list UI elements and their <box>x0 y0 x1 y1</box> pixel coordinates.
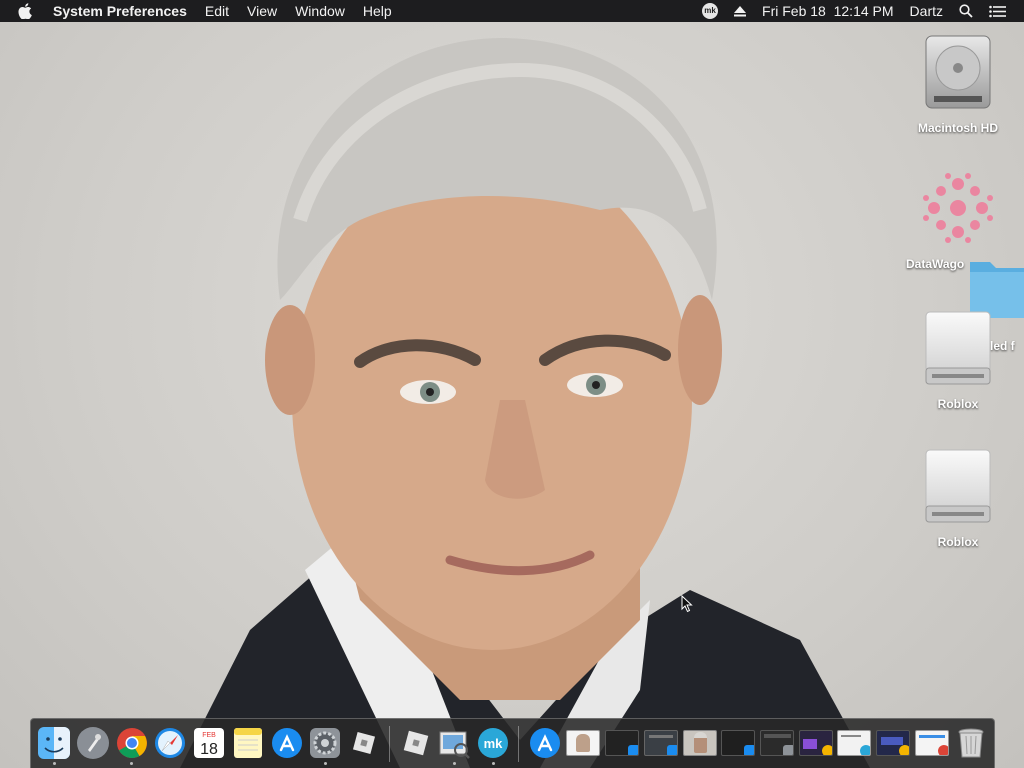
svg-text:FEB: FEB <box>202 732 216 739</box>
preview-icon <box>439 731 471 759</box>
dock-app-store[interactable] <box>268 721 306 767</box>
dock-minimized-window-3[interactable] <box>719 721 757 767</box>
dock-minimized-chrome-2[interactable] <box>913 721 951 767</box>
roblox-studio-icon <box>403 730 428 755</box>
dock: FEB 18 mk <box>30 718 995 768</box>
desktop-wallpaper <box>0 0 1024 768</box>
window-minimized-icon <box>721 729 756 756</box>
dock-system-preferences[interactable] <box>306 721 344 767</box>
svg-text:18: 18 <box>200 741 218 758</box>
menu-help[interactable]: Help <box>354 0 401 22</box>
dock-roblox[interactable] <box>345 721 383 767</box>
dock-minimized-app-store[interactable] <box>526 721 564 767</box>
notes-icon <box>233 727 262 758</box>
dock-minimized-window-6[interactable] <box>874 721 912 767</box>
desktop-icon-roblox-2[interactable]: Roblox <box>903 448 1013 549</box>
window-minimized-icon <box>643 729 678 756</box>
desktop-icon-label: Roblox <box>937 397 979 411</box>
dock-chrome[interactable] <box>113 721 151 767</box>
safari-icon <box>155 727 186 758</box>
dock-minimized-window-4[interactable] <box>758 721 796 767</box>
roblox-icon <box>352 731 375 754</box>
mouse-cursor-icon <box>681 594 693 618</box>
dock-roblox-studio[interactable] <box>397 721 435 767</box>
dock-separator <box>518 725 520 762</box>
menu-bar: System Preferences Edit View Window Help… <box>0 0 1024 22</box>
dock-minimized-portrait-doc[interactable] <box>565 721 603 767</box>
clock-datetime[interactable]: Fri Feb 18 12:14 PM <box>754 0 902 22</box>
notification-center-icon[interactable] <box>981 0 1014 22</box>
desktop-icon-roblox-1[interactable]: Roblox <box>903 310 1013 411</box>
dock-trash[interactable] <box>952 721 990 767</box>
dock-notes[interactable] <box>229 721 267 767</box>
chrome-window-minimized-icon <box>798 729 833 756</box>
dock-minimized-portrait-window[interactable] <box>681 721 719 767</box>
trash-icon <box>958 728 984 757</box>
dock-separator <box>389 725 391 762</box>
portrait-window-minimized-icon <box>682 729 717 756</box>
window-minimized-icon <box>876 729 911 756</box>
app-store-icon <box>271 727 302 758</box>
svg-text:mk: mk <box>484 736 504 751</box>
dock-finder[interactable] <box>36 721 74 767</box>
finder-icon <box>38 726 71 759</box>
hard-drive-icon <box>903 32 1013 117</box>
dock-minimized-window-1[interactable] <box>603 721 641 767</box>
eject-icon[interactable] <box>726 0 754 22</box>
app-store-minimized-icon <box>529 727 560 758</box>
window-minimized-icon <box>837 729 872 756</box>
dock-preview[interactable] <box>436 721 474 767</box>
mk-app-icon: mk <box>478 727 509 758</box>
disk-image-icon <box>903 310 1013 393</box>
apple-menu-icon[interactable] <box>0 0 44 22</box>
spotlight-search-icon[interactable] <box>951 0 981 22</box>
dock-minimized-window-2[interactable] <box>642 721 680 767</box>
dock-launchpad[interactable] <box>74 721 112 767</box>
menu-app-name[interactable]: System Preferences <box>44 0 196 22</box>
calendar-icon: FEB 18 <box>194 727 225 758</box>
mk-status-icon[interactable]: mk <box>694 0 726 22</box>
portrait-document-minimized-icon <box>566 729 601 756</box>
system-preferences-icon <box>310 727 341 758</box>
dock-minimized-window-5[interactable] <box>836 721 874 767</box>
dock-minimized-chrome-1[interactable] <box>797 721 835 767</box>
disk-image-icon <box>903 448 1013 531</box>
wallpaper-portrait <box>180 38 870 768</box>
menu-window[interactable]: Window <box>286 0 354 22</box>
window-minimized-icon <box>760 729 794 756</box>
desktop-icon-label: Roblox <box>937 535 979 549</box>
dock-mk-app[interactable]: mk <box>474 721 512 767</box>
dock-calendar[interactable]: FEB 18 <box>190 721 228 767</box>
user-name[interactable]: Dartz <box>902 0 951 22</box>
dock-safari[interactable] <box>152 721 190 767</box>
desktop-icon-macintosh-hd[interactable]: Macintosh HD <box>903 32 1013 135</box>
chrome-icon <box>116 727 147 758</box>
window-minimized-icon <box>605 729 640 756</box>
chrome-window-minimized-icon <box>914 729 949 756</box>
launchpad-icon <box>77 726 110 759</box>
menu-edit[interactable]: Edit <box>196 0 238 22</box>
desktop-icon-label: Macintosh HD <box>917 121 998 135</box>
menu-view[interactable]: View <box>238 0 286 22</box>
datawagon-app-icon <box>903 168 1013 253</box>
